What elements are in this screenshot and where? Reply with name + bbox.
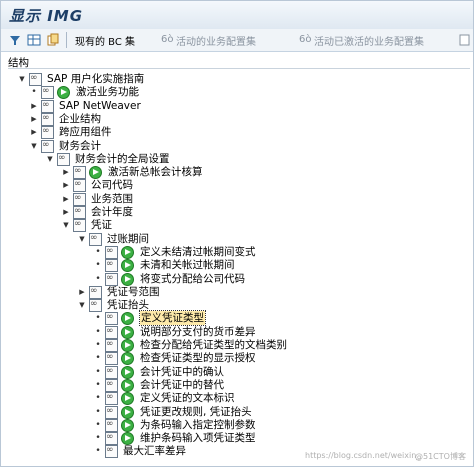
leaf-bullet-icon: • <box>95 419 101 430</box>
leaf-bullet-icon: • <box>95 353 101 364</box>
expand-arrow-icon[interactable]: ▶ <box>62 192 70 206</box>
leaf-bullet-icon: • <box>95 326 101 337</box>
tree-node-label: 凭证更改规则, 凭证抬头 <box>140 405 252 418</box>
leaf-bullet-icon: • <box>31 87 37 98</box>
watermark-brand: @51CTO博客 <box>415 452 466 461</box>
leaf-bullet-icon: • <box>95 246 101 257</box>
documentation-icon[interactable] <box>57 151 70 166</box>
active-config-sets-button[interactable]: 活动的业务配置集 <box>176 33 256 48</box>
execute-icon[interactable] <box>121 259 134 273</box>
title-bar: 显示 IMG <box>1 1 473 30</box>
tree-node-label: 最大汇率差异 <box>123 445 186 458</box>
tree-node-label: 未清和关帐过帐期间 <box>140 259 235 272</box>
leaf-bullet-icon: • <box>95 433 101 444</box>
leaf-bullet-icon: • <box>95 393 101 404</box>
tree-node-label: 公司代码 <box>91 179 133 192</box>
documentation-icon[interactable] <box>89 297 102 313</box>
documentation-icon[interactable] <box>105 271 118 286</box>
leaf-bullet-icon: • <box>95 340 101 350</box>
tree-node-label: 检查分配给凭证类型的文档类别 <box>140 339 287 351</box>
tree-node-label: 凭证号范围 <box>107 285 160 298</box>
leaf-bullet-icon: • <box>95 260 101 271</box>
divider <box>8 68 470 69</box>
tree-node-label: 会计凭证中的确认 <box>140 365 224 378</box>
execute-icon[interactable] <box>121 365 134 379</box>
tree-node-label: 财务会计的全局设置 <box>75 152 170 165</box>
leaf-bullet-icon: • <box>95 406 101 417</box>
tree-node-label: SAP NetWeaver <box>59 99 141 112</box>
expand-arrow-icon[interactable]: ▶ <box>30 125 38 139</box>
tree-node-label: 定义凭证的文本标识 <box>140 392 235 405</box>
expand-arrow-icon[interactable]: ▶ <box>78 285 86 299</box>
execute-icon[interactable] <box>121 352 134 366</box>
documentation-icon[interactable] <box>105 443 118 459</box>
glasses-icon: 6ò <box>299 34 312 45</box>
tree-node-label: 会计凭证中的替代 <box>140 378 224 391</box>
documentation-icon[interactable] <box>73 217 86 233</box>
watermark-url: https://blog.csdn.net/weixin_ <box>305 451 421 460</box>
leaf-bullet-icon: • <box>95 313 101 324</box>
collapse-arrow-icon[interactable]: ▼ <box>78 232 86 246</box>
tree-node-label: 会计年度 <box>91 206 133 218</box>
tree-node-label: 激活新总帐会计核算 <box>108 166 203 179</box>
execute-icon[interactable] <box>121 245 134 259</box>
table-icon[interactable] <box>27 33 41 47</box>
tree-node-label: 说明部分支付的货币差异 <box>140 325 256 338</box>
leaf-bullet-icon: • <box>95 366 101 377</box>
tree-node-label: 激活业务功能 <box>76 86 139 99</box>
collapse-arrow-icon[interactable]: ▼ <box>46 152 54 166</box>
img-tree: ▼ SAP 用户化实施指南 • 激活业务功能 ▶ SAP NetWeaver ▶ 企业结构 ▶ 跨… <box>8 70 470 462</box>
tree-node-label: 将变式分配给公司代码 <box>140 272 245 285</box>
tree-node-label: 业务范围 <box>91 192 133 205</box>
tree-node-label: 检查凭证类型的显示授权 <box>140 352 256 365</box>
window-title: 显示 IMG <box>9 7 84 25</box>
toolbar: 现有的 BC 集 6ò 活动的业务配置集 6ò 活动已激活的业务配置集 <box>1 29 473 52</box>
collapse-arrow-icon[interactable]: ▼ <box>62 218 70 232</box>
execute-icon[interactable] <box>121 392 134 406</box>
tree-node-label: 企业结构 <box>59 112 101 125</box>
collapse-arrow-icon[interactable]: ▼ <box>78 298 86 312</box>
documentation-icon[interactable] <box>29 71 42 86</box>
glasses-icon: 6ò <box>161 34 174 45</box>
tree-node-label: 为条码输入指定控制参数 <box>140 418 256 431</box>
leaf-bullet-icon: • <box>95 379 101 390</box>
tree-node-label: 定义凭证类型 <box>139 310 206 327</box>
overflow-icon[interactable] <box>457 33 471 47</box>
collapse-arrow-icon[interactable]: ▼ <box>30 139 38 153</box>
execute-icon[interactable] <box>57 86 70 100</box>
execute-icon[interactable] <box>121 432 134 446</box>
execute-icon[interactable] <box>121 312 134 326</box>
execute-icon[interactable] <box>89 166 102 180</box>
documentation-icon[interactable] <box>41 138 54 153</box>
execute-icon[interactable] <box>121 405 134 419</box>
execute-icon[interactable] <box>121 272 134 286</box>
bc-sets-button[interactable]: 现有的 BC 集 <box>75 33 135 48</box>
toolbar-separator <box>66 32 67 48</box>
expand-arrow-icon[interactable]: ▶ <box>30 99 38 113</box>
tree-node-label: 跨应用组件 <box>59 126 112 139</box>
tree-node-label: 维护条码输入项凭证类型 <box>140 432 256 445</box>
tree-node-label: 定义未结清过帐期间变式 <box>140 245 256 258</box>
activated-config-sets-button[interactable]: 活动已激活的业务配置集 <box>314 33 424 48</box>
execute-icon[interactable] <box>121 339 134 352</box>
execute-icon[interactable] <box>121 418 134 432</box>
leaf-bullet-icon: • <box>95 446 101 457</box>
execute-icon[interactable] <box>121 325 134 339</box>
expand-arrow-icon[interactable]: ▶ <box>62 205 70 219</box>
expand-arrow-icon[interactable]: ▶ <box>62 165 70 179</box>
copy-icon[interactable] <box>46 33 60 47</box>
expand-arrow-icon[interactable]: ▶ <box>30 112 38 126</box>
execute-icon[interactable] <box>121 378 134 392</box>
documentation-icon[interactable] <box>89 231 102 246</box>
tree-node-label: SAP 用户化实施指南 <box>47 73 145 85</box>
expand-arrow-icon[interactable]: ▶ <box>62 178 70 192</box>
filter-icon[interactable] <box>8 33 22 47</box>
collapse-arrow-icon[interactable]: ▼ <box>18 72 26 86</box>
